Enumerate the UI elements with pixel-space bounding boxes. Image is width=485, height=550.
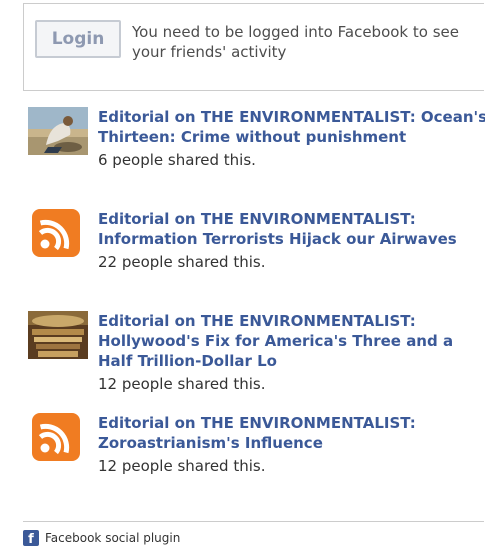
item-share-count: 22 people shared this. (98, 253, 266, 271)
list-item: Editorial on THE ENVIRONMENTALIST: Infor… (28, 209, 478, 311)
login-box: Login You need to be logged into Faceboo… (23, 3, 484, 91)
login-message: You need to be logged into Facebook to s… (132, 23, 459, 61)
thumbnail-photo[interactable] (28, 311, 88, 359)
item-body: Editorial on THE ENVIRONMENTALIST: Zoroa… (98, 413, 485, 475)
thumbnail-photo[interactable] (28, 107, 88, 155)
thumbnail-rss[interactable] (28, 209, 88, 257)
item-headline-link[interactable]: Editorial on THE ENVIRONMENTALIST: Holly… (98, 311, 485, 371)
thumbnail-rss[interactable] (28, 413, 88, 461)
photo-man-beach-icon (28, 107, 88, 155)
item-share-count: 6 people shared this. (98, 151, 256, 169)
item-headline-link[interactable]: Editorial on THE ENVIRONMENTALIST: Ocean… (98, 107, 485, 147)
login-button[interactable]: Login (35, 20, 121, 58)
item-body: Editorial on THE ENVIRONMENTALIST: Holly… (98, 311, 485, 393)
facebook-logo-icon[interactable]: f (23, 530, 39, 546)
photo-theater-icon (28, 311, 88, 359)
activity-list: Editorial on THE ENVIRONMENTALIST: Ocean… (28, 107, 485, 493)
item-headline-link[interactable]: Editorial on THE ENVIRONMENTALIST: Zoroa… (98, 413, 485, 453)
list-item: Editorial on THE ENVIRONMENTALIST: Holly… (28, 311, 478, 413)
item-body: Editorial on THE ENVIRONMENTALIST: Infor… (98, 209, 485, 271)
item-headline-link[interactable]: Editorial on THE ENVIRONMENTALIST: Infor… (98, 209, 485, 249)
list-item: Editorial on THE ENVIRONMENTALIST: Ocean… (28, 107, 485, 209)
item-share-count: 12 people shared this. (98, 457, 266, 475)
rss-icon (32, 209, 80, 257)
rss-icon (32, 413, 80, 461)
item-share-count: 12 people shared this. (98, 375, 266, 393)
item-body: Editorial on THE ENVIRONMENTALIST: Ocean… (98, 107, 485, 169)
footer-label[interactable]: Facebook social plugin (45, 531, 180, 545)
footer: f Facebook social plugin (23, 521, 484, 546)
list-item: Editorial on THE ENVIRONMENTALIST: Zoroa… (28, 413, 478, 493)
